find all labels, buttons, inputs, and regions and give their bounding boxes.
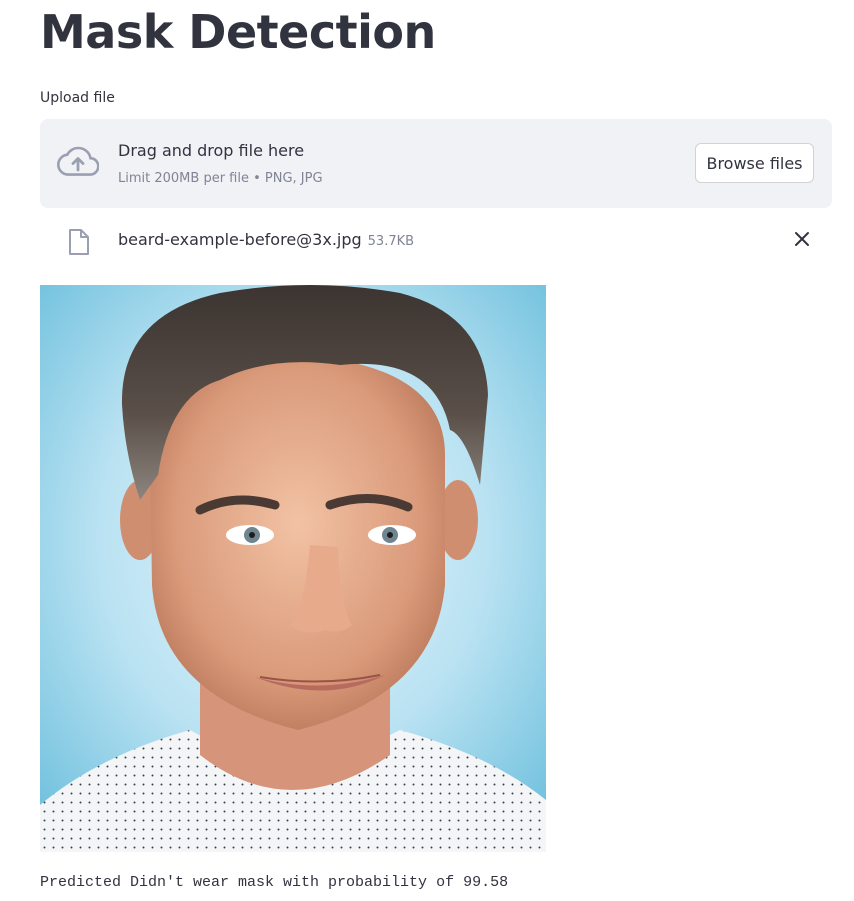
browse-files-button[interactable]: Browse files	[695, 143, 814, 183]
uploaded-file-row: beard-example-before@3x.jpg 53.7KB	[40, 222, 832, 258]
uploaded-image	[40, 285, 546, 852]
page-title: Mask Detection	[40, 5, 436, 59]
file-size: 53.7KB	[367, 234, 415, 249]
dropzone-instructions: Drag and drop file here	[118, 141, 305, 160]
file-icon	[69, 229, 89, 255]
cloud-upload-icon	[57, 146, 99, 176]
prediction-result: Predicted Didn't wear mask with probabil…	[40, 874, 509, 891]
close-icon[interactable]	[794, 231, 810, 247]
file-dropzone[interactable]: Drag and drop file here Limit 200MB per …	[40, 119, 832, 208]
dropzone-limit-text: Limit 200MB per file • PNG, JPG	[118, 171, 323, 186]
file-name: beard-example-before@3x.jpg	[118, 230, 362, 249]
upload-label: Upload file	[40, 90, 115, 106]
file-name-line: beard-example-before@3x.jpg 53.7KB	[118, 229, 414, 253]
